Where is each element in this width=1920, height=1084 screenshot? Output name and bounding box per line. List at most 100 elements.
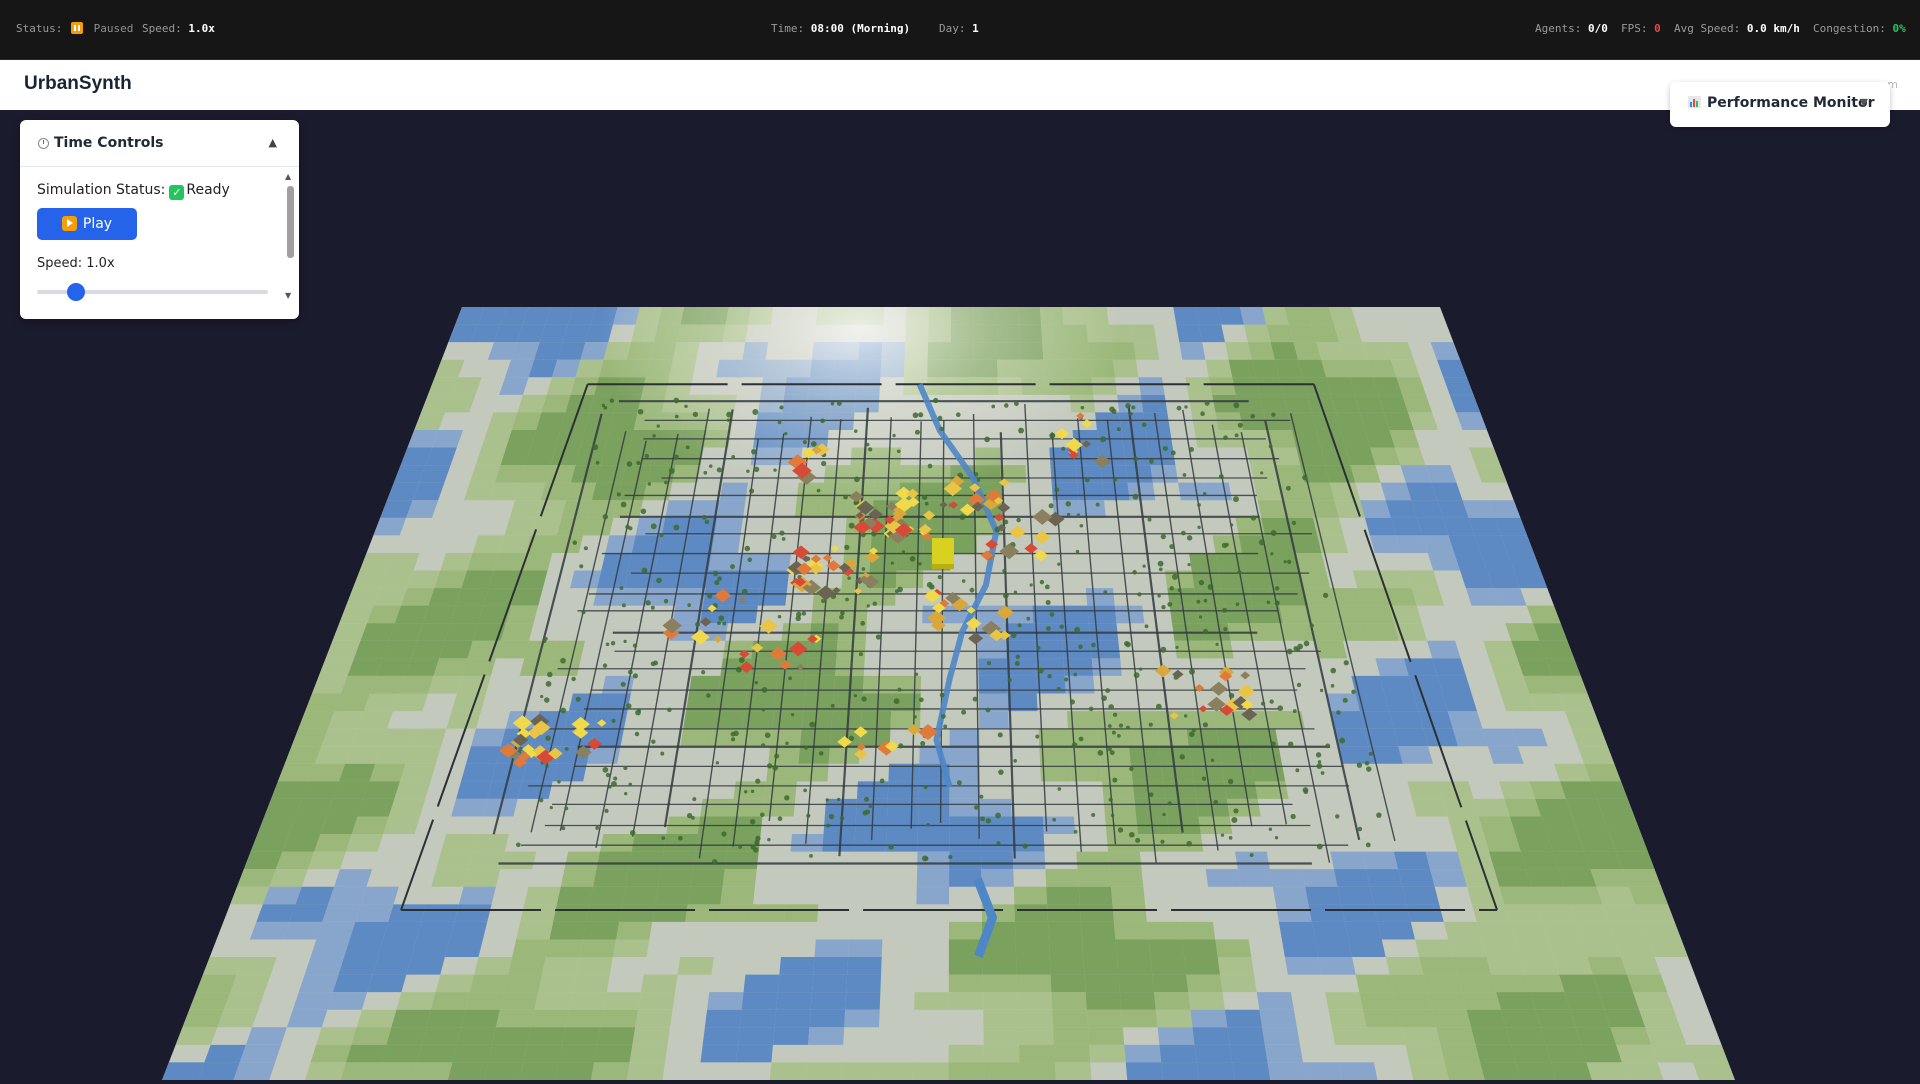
terrain-tile	[1012, 834, 1045, 852]
tree	[650, 523, 657, 530]
terrain-tile	[1152, 974, 1189, 993]
terrain-tile	[396, 992, 436, 1010]
terrain-tile	[1179, 342, 1206, 360]
tree	[632, 673, 638, 679]
tree	[1271, 741, 1276, 747]
terrain-tile	[570, 570, 602, 589]
tree	[1320, 771, 1325, 775]
tree	[1197, 525, 1201, 530]
tree	[1291, 520, 1297, 526]
terrain-tile	[700, 1044, 738, 1063]
performance-monitor-label: Performance Monitor	[1707, 95, 1875, 111]
tree	[595, 826, 600, 830]
terrain-tile	[1254, 781, 1289, 799]
tree	[755, 835, 761, 841]
terrain-tile	[652, 904, 688, 922]
tree	[1162, 445, 1168, 452]
tree	[888, 844, 894, 850]
terrain-tile	[549, 921, 587, 940]
terrain-tile	[1628, 886, 1668, 905]
play-icon	[61, 216, 77, 231]
tree	[922, 494, 928, 500]
terrain-tile	[1205, 359, 1233, 378]
terrain-tile	[597, 570, 629, 589]
panel-scrollbar-thumb[interactable]	[287, 186, 294, 258]
tree	[955, 412, 961, 418]
tree	[718, 615, 725, 622]
terrain-tile	[1558, 869, 1597, 887]
tree	[716, 467, 722, 473]
terrain-tile	[243, 851, 283, 870]
terrain-tile	[949, 728, 980, 747]
terrain-tile	[1402, 886, 1440, 905]
terrain-tile	[1140, 394, 1168, 413]
terrain-tile	[626, 1062, 666, 1080]
terrain-tile	[1049, 957, 1085, 975]
tree	[862, 810, 868, 816]
play-button[interactable]: Play	[37, 208, 137, 240]
terrain-tile	[1208, 377, 1236, 395]
terrain-tile	[450, 605, 484, 624]
tree	[1275, 600, 1280, 605]
tree	[1189, 731, 1195, 738]
scroll-down-arrow[interactable]: ▼	[285, 291, 291, 300]
terrain-tile	[237, 869, 276, 887]
speed-slider[interactable]	[37, 283, 268, 301]
terrain-tile	[444, 939, 483, 958]
tree	[1285, 485, 1291, 491]
tree	[543, 636, 548, 641]
terrain-tile	[950, 517, 977, 536]
tree	[575, 696, 581, 702]
terrain-tile	[410, 640, 445, 659]
terrain-tile	[1540, 1027, 1582, 1045]
tree	[602, 766, 609, 773]
terrain-tile	[372, 957, 412, 975]
terrain-tile	[809, 1009, 846, 1028]
terrain-tile	[1154, 711, 1187, 729]
performance-monitor-toggle[interactable]: Performance Monitor ▼	[1670, 82, 1890, 127]
terrain-tile	[1385, 957, 1424, 975]
terrain-tile	[298, 974, 339, 993]
tree	[1144, 624, 1149, 629]
terrain-tile	[853, 834, 887, 852]
tree	[755, 778, 761, 784]
tree	[1113, 477, 1118, 482]
terrain-tile	[1012, 851, 1046, 870]
tree	[1035, 734, 1040, 739]
terrain-tile	[1447, 711, 1483, 729]
collapse-panel-button[interactable]: ▲	[269, 136, 277, 149]
scroll-up-arrow[interactable]: ▲	[285, 172, 291, 181]
terrain-tile	[690, 869, 725, 887]
terrain-tile	[688, 675, 721, 694]
terrain-tile	[545, 939, 583, 958]
terrain-tile	[1590, 781, 1628, 799]
terrain-tile	[1018, 1044, 1055, 1063]
terrain-tile	[1466, 1009, 1506, 1028]
tree	[1018, 427, 1024, 434]
tree	[1076, 513, 1081, 517]
panel-header[interactable]: Time Controls ▲	[20, 120, 299, 167]
terrain-tile	[855, 798, 888, 817]
tree	[561, 826, 566, 831]
tree	[632, 643, 638, 648]
terrain-tile	[948, 1062, 985, 1080]
terrain-tile	[1087, 1027, 1125, 1045]
terrain-tile	[1504, 798, 1542, 817]
tree	[1330, 684, 1335, 688]
terrain-tile	[1306, 605, 1339, 624]
tree	[980, 816, 986, 822]
terrain-tile	[1133, 342, 1160, 360]
terrain-tile	[1483, 834, 1521, 852]
terrain-tile	[724, 851, 759, 870]
terrain-tile	[1593, 974, 1634, 993]
status-value: Paused	[93, 22, 134, 35]
speed-slider-thumb[interactable]	[67, 283, 86, 301]
terrain-tile	[1046, 886, 1080, 905]
tree	[1274, 835, 1279, 840]
terrain-tile	[305, 1062, 347, 1080]
tree	[1198, 579, 1205, 586]
terrain-tile	[376, 1062, 417, 1080]
terrain-tile	[1436, 1027, 1476, 1045]
terrain-tile	[1581, 1044, 1622, 1063]
terrain-tile	[1505, 1027, 1546, 1045]
